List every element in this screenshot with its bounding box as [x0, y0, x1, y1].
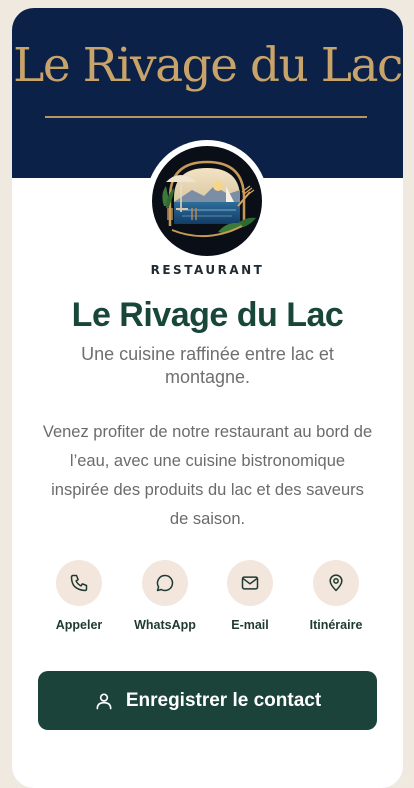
banner-divider: [45, 116, 367, 118]
lake-terrace-logo-icon: [152, 146, 262, 256]
chat-bubble-icon: [156, 574, 174, 592]
description: Venez profiter de notre restaurant au bo…: [42, 423, 373, 528]
whatsapp-action[interactable]: WhatsApp: [123, 560, 207, 632]
contact-actions: Appeler WhatsApp E-mail Itinéraire: [12, 560, 403, 650]
map-pin-icon: [329, 574, 343, 592]
call-button[interactable]: [56, 560, 102, 606]
email-label: E-mail: [231, 618, 269, 632]
restaurant-logo: [146, 140, 268, 262]
call-action[interactable]: Appeler: [37, 560, 121, 632]
whatsapp-label: WhatsApp: [134, 618, 196, 632]
contact-card: Le Rivage du Lac RESTAURANT Le Rivage du…: [12, 8, 403, 788]
mail-icon: [241, 576, 259, 590]
business-category: RESTAURANT: [150, 263, 265, 277]
banner-title: Le Rivage du Lac: [13, 38, 403, 93]
save-contact-button[interactable]: Enregistrer le contact: [38, 671, 377, 730]
whatsapp-button[interactable]: [142, 560, 188, 606]
call-label: Appeler: [55, 618, 103, 632]
tagline: Une cuisine raffinée entre lac et montag…: [81, 344, 334, 387]
email-action[interactable]: E-mail: [208, 560, 292, 632]
save-contact-label: Enregistrer le contact: [125, 689, 322, 711]
email-button[interactable]: [227, 560, 273, 606]
user-icon: [96, 693, 112, 709]
phone-icon: [70, 574, 88, 592]
directions-label: Itinéraire: [309, 618, 363, 632]
business-name: Le Rivage du Lac: [71, 296, 344, 334]
directions-action[interactable]: Itinéraire: [294, 560, 378, 632]
directions-button[interactable]: [313, 560, 359, 606]
